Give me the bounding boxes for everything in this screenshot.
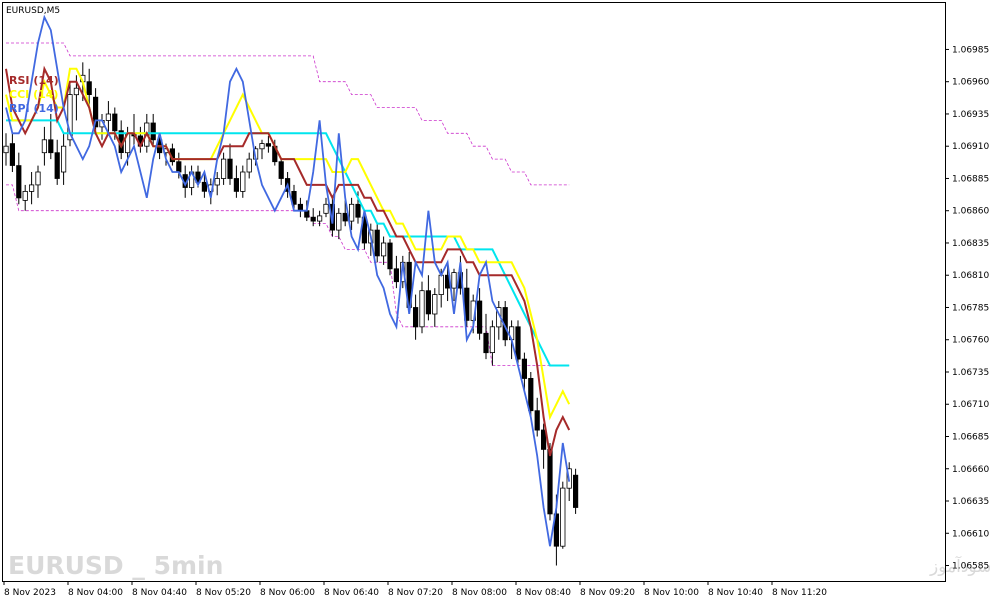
y-tick-label: 1.06910 [952, 142, 989, 152]
x-tick-label: 8 Nov 05:20 [196, 588, 251, 598]
x-tick-label: 8 Nov 04:40 [132, 588, 187, 598]
candle-body [374, 229, 380, 257]
candle-body [560, 487, 566, 547]
candle-body [61, 145, 67, 173]
watermark-left: EURUSD _ 5min [8, 551, 223, 580]
candle-body [476, 300, 483, 334]
y-tick-label: 1.06635 [952, 497, 989, 507]
candle-body [316, 215, 323, 222]
candle-body [41, 139, 48, 154]
y-tick-label: 1.06735 [952, 368, 989, 378]
y-tick-label: 1.06585 [952, 562, 989, 572]
x-tick-label: 8 Nov 06:00 [260, 588, 315, 598]
x-tick-label: 8 Nov 06:40 [324, 588, 379, 598]
y-tick-label: 1.06610 [952, 529, 989, 539]
candle-body [259, 143, 265, 150]
x-tick-label: 8 Nov 11:20 [772, 588, 827, 598]
candle-body [412, 307, 419, 328]
y-tick-label: 1.06785 [952, 303, 989, 313]
legend-item: RPI (14) [9, 102, 59, 115]
candle-body [515, 326, 521, 360]
candle-body [336, 212, 342, 231]
candle-body [112, 113, 118, 132]
candle-body [16, 165, 22, 199]
candle-body [528, 377, 534, 412]
candle-body [489, 326, 496, 353]
candle-body [380, 242, 387, 257]
legend: RSI (14)CCI (14)RPI (14) [9, 74, 59, 115]
candle-body [240, 171, 246, 192]
x-tick-label: 8 Nov 04:00 [68, 588, 123, 598]
y-tick-label: 1.06660 [952, 465, 989, 475]
candle-body [35, 171, 41, 186]
candle-body [342, 212, 348, 222]
candle-body [387, 242, 393, 270]
candle-body [22, 190, 28, 201]
y-tick-label: 1.06760 [952, 336, 989, 346]
candle-body [54, 152, 60, 179]
candle-body [348, 203, 355, 222]
x-tick-label: 8 Nov 07:20 [388, 588, 443, 598]
candle-body [547, 448, 553, 515]
y-tick-label: 1.06810 [952, 271, 989, 281]
x-tick-label: 8 Nov 10:40 [708, 588, 763, 598]
candle-body [214, 178, 220, 186]
y-tick-label: 1.06960 [952, 78, 989, 88]
candle-body [9, 143, 15, 166]
candle-body [355, 203, 361, 218]
candle-body [201, 181, 207, 192]
candle-body [3, 145, 9, 154]
candle-body [176, 161, 182, 173]
y-tick-label: 1.06710 [952, 400, 989, 410]
candle-body [28, 184, 35, 192]
chart-background [0, 0, 991, 605]
x-tick-label: 8 Nov 2023 [4, 588, 56, 598]
candle-body [246, 158, 252, 173]
candle-body [573, 474, 579, 508]
candle-body [304, 210, 310, 218]
candle [560, 481, 566, 549]
candle-body [105, 113, 111, 121]
x-tick-label: 8 Nov 09:20 [580, 588, 635, 598]
candle [573, 468, 579, 514]
legend-item: CCI (14) [9, 88, 58, 101]
candle-body [541, 429, 547, 450]
candle-body [278, 161, 284, 179]
y-tick-label: 1.06685 [952, 433, 989, 443]
candle-body [432, 294, 438, 315]
candle-body [73, 87, 79, 96]
candle-body [425, 290, 432, 315]
y-tick-label: 1.06835 [952, 239, 989, 249]
y-tick-label: 1.06885 [952, 174, 989, 184]
x-tick-label: 8 Nov 08:40 [516, 588, 571, 598]
candle-body [534, 410, 540, 431]
candle-body [483, 332, 489, 354]
legend-item: RSI (14) [9, 74, 59, 87]
candle-body [419, 290, 425, 328]
candle-body [150, 122, 156, 141]
price-chart: EURUSD _ 5min انتشار در سایت سودآموز 1.0… [0, 0, 991, 605]
candle-body [233, 178, 239, 192]
candle-body [451, 272, 457, 289]
candle-body [227, 158, 233, 179]
candle-body [265, 143, 272, 147]
candle-body [323, 203, 329, 214]
y-tick-label: 1.06860 [952, 207, 989, 217]
candle-body [310, 216, 316, 222]
candle-body [521, 358, 528, 379]
candle-body [48, 139, 54, 154]
candle-body [86, 81, 92, 95]
candle-body [438, 274, 444, 296]
y-tick-label: 1.06935 [952, 110, 989, 120]
candle-body [393, 268, 400, 283]
x-tick-label: 8 Nov 10:00 [644, 588, 699, 598]
x-tick-label: 8 Nov 08:00 [452, 588, 507, 598]
y-tick-label: 1.06985 [952, 45, 989, 55]
chart-title: EURUSD,M5 [6, 6, 60, 16]
candle-body [220, 158, 227, 179]
